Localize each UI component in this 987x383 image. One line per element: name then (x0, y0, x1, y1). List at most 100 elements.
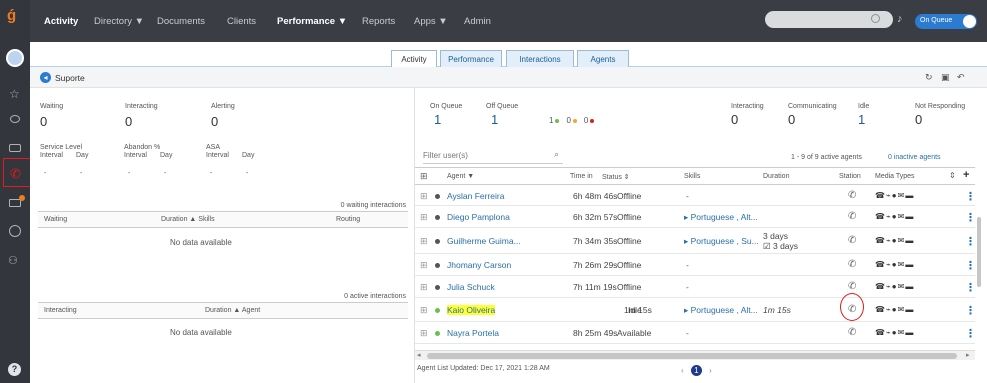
row-menu-icon[interactable]: ⋮ (965, 211, 976, 224)
agent-name[interactable]: Diego Pamplona (447, 212, 510, 222)
prev-page-icon[interactable]: ‹ (681, 366, 684, 375)
back-arrow-icon[interactable]: ◂ (40, 72, 51, 83)
row-expand-icon[interactable]: ⊞ (420, 260, 428, 271)
scroll-right-icon[interactable]: ▸ (966, 351, 970, 359)
nav-apps[interactable]: Apps ▼ (414, 16, 448, 27)
station-phone-icon[interactable]: ✆ (848, 327, 856, 338)
nav-admin[interactable]: Admin (464, 16, 491, 27)
top-nav: Activity Directory ▼ Documents Clients P… (30, 0, 987, 42)
nav-reports[interactable]: Reports (362, 16, 395, 27)
save-icon[interactable]: ▣ (941, 72, 950, 83)
refresh-icon[interactable]: ↻ (925, 72, 933, 83)
row-menu-icon[interactable]: ⋮ (965, 327, 976, 340)
favorites-icon[interactable]: ☆ (9, 87, 20, 101)
sla-service-level-label: Service Level (40, 144, 83, 151)
red-dot (590, 119, 595, 123)
reset-icon[interactable]: ↶ (957, 72, 965, 83)
agent-row[interactable]: ⊞ Guilherme Guima... 7h 34m 35s Offline ▸ Po… (415, 228, 976, 254)
skills[interactable]: ▸ Portuguese , Su... (684, 236, 759, 247)
row-menu-icon[interactable]: ⋮ (965, 190, 976, 203)
station-phone-icon[interactable]: ✆ (848, 235, 856, 246)
phone-icon[interactable]: ✆ (10, 166, 21, 182)
expand-all-icon[interactable]: ⊞ (420, 171, 428, 182)
row-expand-icon[interactable]: ⊞ (420, 305, 428, 316)
col-skills[interactable]: Skills (684, 173, 700, 180)
sla-asa-interval: Interval (206, 152, 229, 159)
tab-interactions[interactable]: Interactions (506, 50, 574, 67)
tab-activity[interactable]: Activity (391, 50, 437, 67)
agent-name[interactable]: Ayslan Ferreira (447, 191, 504, 201)
agent-row[interactable]: ⊞ Julia Schuck 7h 11m 19s Offline - ✆ ☎⌁●✉▬ ⋮ (415, 276, 976, 298)
activity-icon[interactable] (9, 225, 21, 237)
row-expand-icon[interactable]: ⊞ (420, 282, 428, 293)
inactive-agents-link[interactable]: 0 inactive agents (888, 154, 941, 161)
tab-agents[interactable]: Agents (577, 50, 629, 67)
nav-clients[interactable]: Clients (227, 16, 256, 27)
row-expand-icon[interactable]: ⊞ (420, 236, 428, 247)
row-expand-icon[interactable]: ⊞ (420, 212, 428, 223)
filter-users-input[interactable]: Filter user(s) ⌕ (423, 148, 563, 164)
page-number[interactable]: 1 (690, 365, 702, 376)
col-duration-agent[interactable]: Duration ▲ Agent (205, 307, 260, 314)
vertical-scrollbar[interactable] (977, 217, 981, 287)
stat-waiting-label: Waiting (40, 103, 64, 110)
presence-dot (435, 215, 440, 220)
agent-name[interactable]: Jhomany Carson (447, 260, 511, 270)
chat-icon[interactable] (10, 115, 20, 123)
nav-directory[interactable]: Directory ▼ (94, 16, 144, 27)
col-agent[interactable]: Agent ▼ (447, 173, 474, 180)
presence-dot (435, 263, 440, 268)
station-phone-icon[interactable]: ✆ (848, 259, 856, 270)
station-phone-icon[interactable]: ✆ (848, 211, 856, 222)
agent-row[interactable]: ⊞ Jhomany Carson 7h 26m 29s Offline - ✆ ☎⌁●✉▬ ⋮ (415, 254, 976, 276)
skills[interactable]: ▸ Portuguese , Alt... (684, 305, 758, 316)
video-icon[interactable] (9, 144, 21, 152)
agent-name[interactable]: Kaio Oliveira (447, 305, 496, 315)
next-page-icon[interactable]: › (709, 366, 712, 375)
col-routing[interactable]: Routing (336, 216, 360, 223)
skills[interactable]: ▸ Portuguese , Alt... (684, 212, 758, 223)
row-menu-icon[interactable]: ⋮ (965, 304, 976, 317)
scroll-left-icon[interactable]: ◂ (417, 351, 421, 359)
status: Offline (617, 282, 642, 292)
people-icon[interactable]: ⚇ (8, 254, 18, 267)
station-phone-icon[interactable]: ✆ (848, 281, 856, 292)
col-station[interactable]: Station (839, 173, 861, 180)
col-media-types[interactable]: Media Types (875, 173, 915, 180)
agent-row[interactable]: ⊞ Kaio Oliveira 1m 15s Idle ▸ Portuguese , A… (415, 293, 976, 322)
row-expand-icon[interactable]: ⊞ (420, 191, 428, 202)
col-waiting[interactable]: Waiting (44, 216, 67, 223)
nav-documents[interactable]: Documents (157, 16, 205, 27)
scroll-thumb[interactable] (427, 353, 957, 359)
agent-name[interactable]: Nayra Portela (447, 328, 499, 338)
help-icon[interactable]: ? (8, 363, 21, 376)
waiting-count: 0 waiting interactions (340, 202, 406, 209)
agent-name[interactable]: Julia Schuck (447, 282, 495, 292)
row-expand-icon[interactable]: ⊞ (420, 328, 428, 339)
row-menu-icon[interactable]: ⋮ (965, 259, 976, 272)
row-menu-icon[interactable]: ⋮ (965, 235, 976, 248)
agent-row[interactable]: ⊞ Diego Pamplona 6h 32m 57s Offline ▸ Portug… (415, 206, 976, 228)
search-icon[interactable] (871, 14, 880, 23)
col-time-in[interactable]: Time in (570, 173, 593, 180)
add-column-icon[interactable]: + (963, 169, 969, 181)
agent-name[interactable]: Guilherme Guima... (447, 236, 521, 246)
horizontal-scrollbar[interactable]: ◂ ▸ (415, 350, 975, 360)
nav-activity[interactable]: Activity (44, 16, 78, 27)
col-status[interactable]: Status ⇕ (602, 173, 630, 181)
status-toggle[interactable]: On Queue (915, 14, 977, 29)
col-interacting[interactable]: Interacting (44, 307, 77, 314)
agent-row[interactable]: ⊞ Ayslan Ferreira 6h 48m 46s Offline - ✆ ☎⌁●✉▬… (415, 186, 976, 206)
sum-communicating-value: 0 (788, 112, 796, 127)
time-in: 7h 11m 19s (573, 282, 617, 292)
bell-icon[interactable]: ♪ (897, 13, 903, 25)
sort-icon[interactable]: ⇕ (949, 171, 956, 180)
avatar[interactable] (6, 49, 24, 67)
col-duration[interactable]: Duration (763, 173, 789, 180)
row-menu-icon[interactable]: ⋮ (965, 281, 976, 294)
col-duration-skills[interactable]: Duration ▲ Skills (161, 216, 215, 223)
tab-performance[interactable]: Performance (440, 50, 502, 67)
nav-performance[interactable]: Performance ▼ (277, 16, 347, 27)
agent-row[interactable]: ⊞ Nayra Portela 8h 25m 49s Available - ✆ ☎⌁●✉▬… (415, 322, 976, 344)
station-phone-icon[interactable]: ✆ (848, 190, 856, 201)
